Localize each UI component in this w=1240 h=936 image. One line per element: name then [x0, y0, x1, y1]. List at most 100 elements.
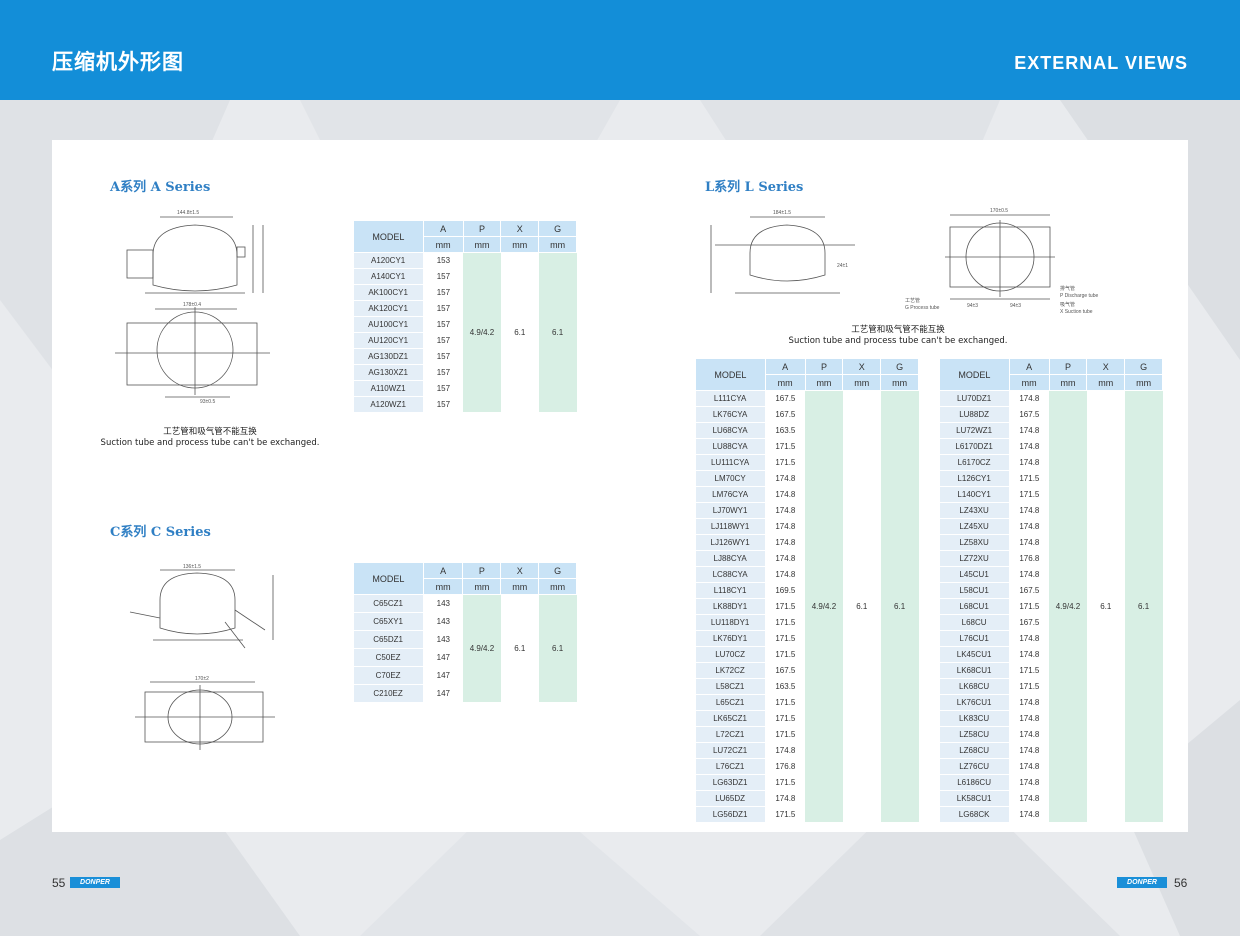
- g-value-cell: 6.1: [1124, 390, 1163, 823]
- a-value-cell: 174.8: [1009, 390, 1050, 407]
- model-cell: AU120CY1: [353, 332, 424, 349]
- a-value-cell: 176.8: [1009, 550, 1050, 567]
- l-label-process-cn: 工艺管: [905, 297, 920, 304]
- a-value-cell: 143: [423, 594, 463, 613]
- unit-p: mm: [462, 236, 502, 253]
- a-value-cell: 171.5: [1009, 598, 1050, 615]
- unit-p: mm: [462, 578, 502, 595]
- model-cell: LU70CZ: [695, 646, 766, 663]
- l-label-process-en: G Process tube: [905, 305, 940, 311]
- model-cell: LK68CU1: [939, 662, 1010, 679]
- model-cell: L58CU1: [939, 582, 1010, 599]
- col-header-a: A: [422, 562, 464, 579]
- col-header-g: G: [538, 220, 577, 237]
- note-en: Suction tube and process tube can't be e…: [788, 336, 1008, 346]
- l-left-height-label: 24±1: [837, 263, 848, 269]
- model-cell: C65CZ1: [353, 594, 424, 613]
- unit-x: mm: [1086, 374, 1126, 391]
- a-value-cell: 174.8: [1009, 534, 1050, 551]
- a-value-cell: 171.5: [765, 598, 806, 615]
- model-cell: C65XY1: [353, 612, 424, 631]
- col-header-x: X: [1086, 358, 1126, 375]
- model-cell: LZ43XU: [939, 502, 1010, 519]
- note-cn: 工艺管和吸气管不能互换: [163, 427, 257, 437]
- model-cell: L118CY1: [695, 582, 766, 599]
- model-cell: AG130XZ1: [353, 364, 424, 381]
- model-cell: LJ126WY1: [695, 534, 766, 551]
- a-series-table: MODEL A P X Gmm mm mm mm A120CY1 153 4.9/4.2 6.1 6.1…: [353, 220, 577, 413]
- a-value-cell: 174.8: [765, 502, 806, 519]
- model-cell: LK76CU1: [939, 694, 1010, 711]
- col-header-a: A: [422, 220, 464, 237]
- a-value-cell: 174.8: [765, 742, 806, 759]
- a-value-cell: 174.8: [1009, 694, 1050, 711]
- x-value-cell: 6.1: [500, 252, 539, 413]
- a-value-cell: 176.8: [765, 758, 806, 775]
- a-top-width-label: 144.8±1.5: [177, 210, 199, 216]
- model-cell: C50EZ: [353, 648, 424, 667]
- unit-a: mm: [1008, 374, 1050, 391]
- l-series-note: 工艺管和吸气管不能互换 Suction tube and process tub…: [768, 325, 1028, 347]
- header-title-en: EXTERNAL VIEWS: [1014, 53, 1188, 73]
- a-value-cell: 171.5: [765, 694, 806, 711]
- model-cell: LG63DZ1: [695, 774, 766, 791]
- model-cell: LU72WZ1: [939, 422, 1010, 439]
- model-cell: L6186CU: [939, 774, 1010, 791]
- l-label-discharge-en: P Discharge tube: [1060, 293, 1098, 299]
- model-cell: C65DZ1: [353, 630, 424, 649]
- note-en: Suction tube and process tube can't be e…: [100, 438, 320, 448]
- a-value-cell: 169.5: [765, 582, 806, 599]
- col-header-p: P: [462, 562, 502, 579]
- a-value-cell: 174.8: [1009, 438, 1050, 455]
- unit-g: mm: [880, 374, 919, 391]
- a-value-cell: 174.8: [1009, 726, 1050, 743]
- a-value-cell: 171.5: [765, 454, 806, 471]
- g-value-cell: 6.1: [538, 594, 577, 703]
- model-cell: LK76DY1: [695, 630, 766, 647]
- brand-logo-right: DONPER: [1117, 877, 1167, 888]
- a-series-note: 工艺管和吸气管不能互换 Suction tube and process tub…: [90, 427, 330, 449]
- a-value-cell: 171.5: [765, 646, 806, 663]
- model-cell: L45CU1: [939, 566, 1010, 583]
- c-series-title: C系列 C Series: [110, 525, 211, 540]
- a-value-cell: 157: [423, 364, 464, 381]
- l-label-suction-en: X Suction tube: [1060, 309, 1093, 315]
- table-row: LU70DZ1 174.8 4.9/4.2 6.1 6.1: [939, 390, 1163, 823]
- col-header-p: P: [804, 358, 844, 375]
- header-title-cn: 压缩机外形图: [52, 50, 184, 74]
- a-value-cell: 171.5: [765, 438, 806, 455]
- p-value-cell: 4.9/4.2: [463, 252, 501, 413]
- model-cell: L65CZ1: [695, 694, 766, 711]
- model-cell: LK68CU: [939, 678, 1010, 695]
- a-value-cell: 174.8: [765, 518, 806, 535]
- model-cell: LK76CYA: [695, 406, 766, 423]
- a-value-cell: 174.8: [1009, 710, 1050, 727]
- a-value-cell: 147: [423, 648, 463, 667]
- a-value-cell: 167.5: [765, 406, 806, 423]
- model-cell: A120WZ1: [353, 396, 424, 413]
- model-cell: LK58CU1: [939, 790, 1010, 807]
- a-value-cell: 171.5: [765, 630, 806, 647]
- model-cell: C210EZ: [353, 684, 424, 703]
- a-value-cell: 174.8: [1009, 774, 1050, 791]
- c-series-drawing: 136±1.5 170±2: [129, 564, 275, 750]
- c-plan-width-label: 170±2: [195, 676, 209, 682]
- model-cell: L6170DZ1: [939, 438, 1010, 455]
- model-cell: L140CY1: [939, 486, 1010, 503]
- l-series-title: L系列 L Series: [705, 180, 804, 195]
- model-cell: LU65DZ: [695, 790, 766, 807]
- model-cell: LK83CU: [939, 710, 1010, 727]
- model-cell: LU88CYA: [695, 438, 766, 455]
- a-value-cell: 143: [423, 612, 463, 631]
- l-label-discharge-cn: 排气管: [1060, 285, 1075, 292]
- model-cell: LZ58XU: [939, 534, 1010, 551]
- l-right-spacing-left-label: 94±3: [967, 303, 978, 309]
- model-cell: A110WZ1: [353, 380, 424, 397]
- model-cell: LU111CYA: [695, 454, 766, 471]
- a-value-cell: 157: [423, 380, 464, 397]
- l-series-table-left: MODEL A P X Gmm mm mm mm L111CYA 167.5 4.9/4.2 6.1 6…: [695, 358, 919, 823]
- model-cell: L126CY1: [939, 470, 1010, 487]
- model-cell: LK65CZ1: [695, 710, 766, 727]
- col-header-g: G: [1124, 358, 1163, 375]
- page-number-left: 55: [52, 876, 66, 890]
